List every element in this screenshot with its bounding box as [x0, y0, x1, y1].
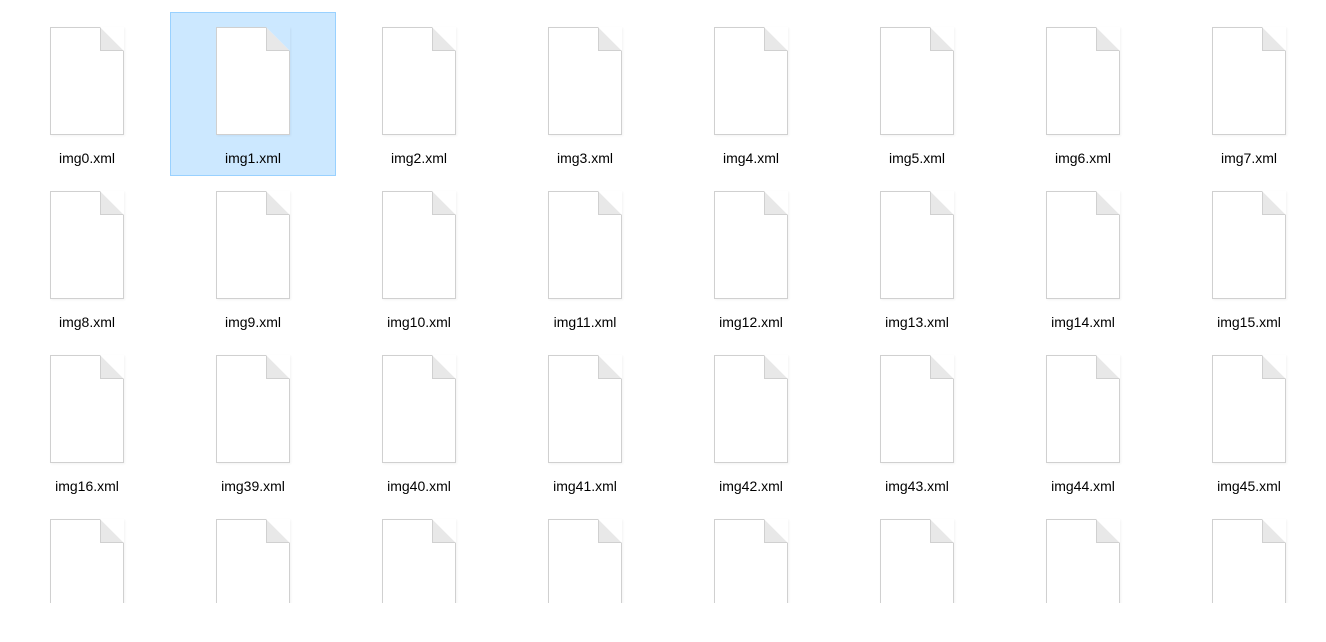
- file-icon: [1038, 349, 1128, 469]
- file-label: img15.xml: [1217, 313, 1281, 331]
- file-label: img11.xml: [554, 313, 617, 331]
- file-item[interactable]: img43.xml: [834, 340, 1000, 504]
- file-icon: [374, 185, 464, 305]
- file-icon: [208, 513, 298, 587]
- file-icon: [1204, 513, 1294, 587]
- file-item[interactable]: img4.xml: [668, 12, 834, 176]
- file-item[interactable]: img12.xml: [668, 176, 834, 340]
- file-item[interactable]: [834, 504, 1000, 604]
- file-icon: [872, 513, 962, 587]
- file-label: img0.xml: [59, 149, 115, 167]
- file-label: img16.xml: [55, 477, 119, 495]
- file-label: img14.xml: [1051, 313, 1115, 331]
- file-label: img12.xml: [719, 313, 783, 331]
- file-icon: [374, 21, 464, 141]
- file-item[interactable]: img1.xml: [170, 12, 336, 176]
- file-icon: [42, 513, 132, 587]
- file-icon: [706, 349, 796, 469]
- file-icon: [1204, 349, 1294, 469]
- file-icon: [1204, 185, 1294, 305]
- file-label: img8.xml: [59, 313, 115, 331]
- file-icon: [540, 349, 630, 469]
- file-item[interactable]: img45.xml: [1166, 340, 1326, 504]
- file-icon: [1038, 21, 1128, 141]
- file-icon: [42, 185, 132, 305]
- file-icon: [706, 185, 796, 305]
- file-icon: [872, 349, 962, 469]
- file-item[interactable]: [4, 504, 170, 604]
- file-label: img44.xml: [1051, 477, 1115, 495]
- file-item[interactable]: img13.xml: [834, 176, 1000, 340]
- file-icon: [706, 21, 796, 141]
- file-item[interactable]: img9.xml: [170, 176, 336, 340]
- file-icon: [42, 349, 132, 469]
- file-item[interactable]: img40.xml: [336, 340, 502, 504]
- file-icon: [872, 185, 962, 305]
- file-icon: [208, 21, 298, 141]
- file-label: img42.xml: [719, 477, 783, 495]
- file-label: img45.xml: [1217, 477, 1281, 495]
- file-icon: [1204, 21, 1294, 141]
- file-label: img40.xml: [387, 477, 451, 495]
- file-item[interactable]: img6.xml: [1000, 12, 1166, 176]
- file-item[interactable]: img41.xml: [502, 340, 668, 504]
- file-icon: [540, 185, 630, 305]
- file-item[interactable]: [1166, 504, 1326, 604]
- file-icon: [540, 513, 630, 587]
- file-label: img9.xml: [225, 313, 281, 331]
- file-item[interactable]: img2.xml: [336, 12, 502, 176]
- file-item[interactable]: img15.xml: [1166, 176, 1326, 340]
- file-icon: [208, 349, 298, 469]
- file-item[interactable]: img5.xml: [834, 12, 1000, 176]
- file-icon: [374, 349, 464, 469]
- file-item[interactable]: img42.xml: [668, 340, 834, 504]
- file-item[interactable]: img3.xml: [502, 12, 668, 176]
- file-icon: [872, 21, 962, 141]
- file-label: img39.xml: [221, 477, 285, 495]
- file-item[interactable]: [502, 504, 668, 604]
- file-label: img41.xml: [553, 477, 617, 495]
- file-icon: [1038, 185, 1128, 305]
- file-item[interactable]: img11.xml: [502, 176, 668, 340]
- file-icon: [208, 185, 298, 305]
- file-icon: [706, 513, 796, 587]
- file-label: img43.xml: [885, 477, 949, 495]
- file-item[interactable]: img14.xml: [1000, 176, 1166, 340]
- file-item[interactable]: [170, 504, 336, 604]
- file-item[interactable]: img0.xml: [4, 12, 170, 176]
- file-label: img5.xml: [889, 149, 945, 167]
- file-item[interactable]: img39.xml: [170, 340, 336, 504]
- file-label: img4.xml: [723, 149, 779, 167]
- file-item[interactable]: [336, 504, 502, 604]
- file-grid[interactable]: img0.xml img1.xml img2.xml img3.xml img4…: [4, 12, 1326, 504]
- file-icon: [540, 21, 630, 141]
- file-label: img6.xml: [1055, 149, 1111, 167]
- file-label: img2.xml: [391, 149, 447, 167]
- file-item[interactable]: img16.xml: [4, 340, 170, 504]
- file-label: img10.xml: [387, 313, 451, 331]
- file-icon: [374, 513, 464, 587]
- file-label: img3.xml: [557, 149, 613, 167]
- file-item[interactable]: [1000, 504, 1166, 604]
- file-label: img7.xml: [1221, 149, 1277, 167]
- file-label: img13.xml: [885, 313, 949, 331]
- file-item[interactable]: [668, 504, 834, 604]
- file-item[interactable]: img7.xml: [1166, 12, 1326, 176]
- file-item[interactable]: img8.xml: [4, 176, 170, 340]
- file-icon: [42, 21, 132, 141]
- file-item[interactable]: img10.xml: [336, 176, 502, 340]
- file-icon: [1038, 513, 1128, 587]
- file-label: img1.xml: [225, 149, 281, 167]
- file-item[interactable]: img44.xml: [1000, 340, 1166, 504]
- file-grid-partial[interactable]: [4, 504, 1326, 604]
